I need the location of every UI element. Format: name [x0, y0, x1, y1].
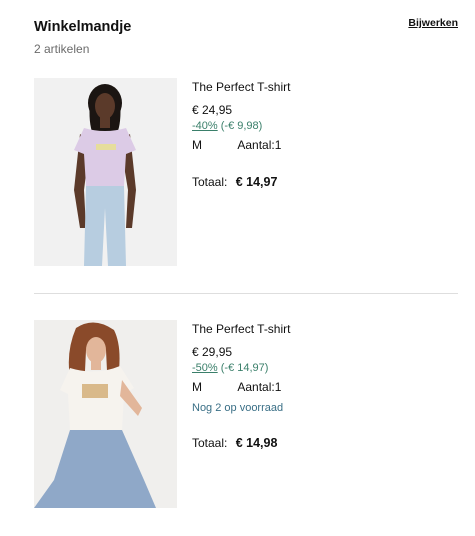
- total-label: Totaal:: [192, 436, 228, 450]
- discount-amount: (-€ 14,97): [220, 362, 269, 374]
- product-quantity: Aantal:1: [237, 138, 282, 152]
- cart-item: The Perfect T-shirt € 29,95 -50% (-€ 14,…: [34, 320, 464, 520]
- model-white-tshirt-photo: [34, 320, 177, 508]
- item-total: Totaal: € 14,97: [192, 175, 277, 189]
- product-image[interactable]: [34, 78, 177, 266]
- discount-percentage: -40%: [192, 120, 218, 132]
- item-total: Totaal: € 14,98: [192, 436, 277, 450]
- discount-info: -50% (-€ 14,97): [192, 362, 268, 374]
- product-price: € 24,95: [192, 103, 233, 117]
- discount-percentage: -50%: [192, 362, 218, 374]
- product-price: € 29,95: [192, 345, 233, 359]
- total-label: Totaal:: [192, 175, 228, 189]
- product-size: M: [192, 380, 202, 394]
- total-value: € 14,98: [235, 436, 278, 450]
- stock-status: Nog 2 op voorraad: [192, 402, 284, 414]
- size-quantity: M Aantal:1: [192, 380, 281, 394]
- edit-cart-link[interactable]: Bijwerken: [408, 17, 458, 29]
- discount-amount: (-€ 9,98): [220, 120, 263, 132]
- product-size: M: [192, 138, 202, 152]
- cart-item: The Perfect T-shirt € 24,95 -40% (-€ 9,9…: [34, 78, 464, 278]
- product-image[interactable]: [34, 320, 177, 508]
- total-value: € 14,97: [235, 175, 278, 189]
- cart-title: Winkelmandje: [34, 19, 132, 35]
- size-quantity: M Aantal:1: [192, 138, 281, 152]
- product-name[interactable]: The Perfect T-shirt: [192, 322, 290, 336]
- discount-info: -40% (-€ 9,98): [192, 120, 262, 132]
- product-name[interactable]: The Perfect T-shirt: [192, 80, 290, 94]
- model-lilac-tshirt-photo: [34, 78, 177, 266]
- cart-item-count: 2 artikelen: [34, 42, 90, 56]
- item-divider: [34, 293, 458, 294]
- product-quantity: Aantal:1: [237, 380, 282, 394]
